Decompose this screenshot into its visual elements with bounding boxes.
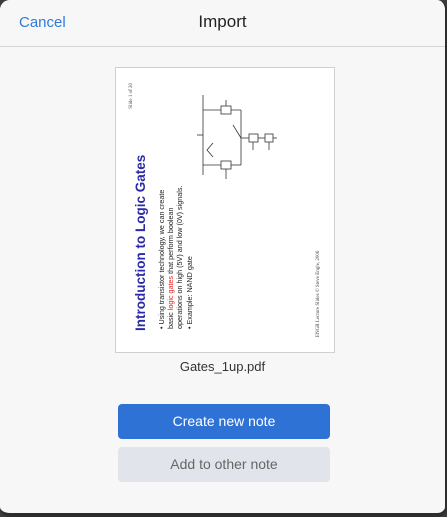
nand-circuit-diagram [197, 95, 277, 179]
slide-page-number: Slide 1 of 20 [129, 83, 134, 109]
slide-content: Slide 1 of 20 Introduction to Logic Gate… [123, 75, 327, 345]
slide-footer: ENGR Lecture Slides © Steve Engle, 2006 [316, 250, 321, 337]
slide-title: Introduction to Logic Gates [133, 154, 148, 331]
dialog-title: Import [198, 12, 247, 31]
slide-bullet: • Using transistor technology, we can cr… [157, 185, 184, 329]
bullet-text: Example: NAND gate [185, 256, 194, 325]
document-thumbnail: Slide 1 of 20 Introduction to Logic Gate… [115, 67, 335, 353]
slide-bullets: • Using transistor technology, we can cr… [157, 179, 195, 329]
slide-bullet: • Example: NAND gate [185, 256, 194, 329]
bullet-highlight: logic gates [166, 275, 175, 311]
nav-bar: Cancel Import [0, 0, 445, 47]
create-new-note-button[interactable]: Create new note [118, 404, 330, 439]
import-dialog: Cancel Import Slide 1 of 20 Introduction… [0, 0, 447, 517]
file-name: Gates_1up.pdf [179, 359, 266, 374]
add-to-other-note-button[interactable]: Add to other note [118, 447, 330, 482]
